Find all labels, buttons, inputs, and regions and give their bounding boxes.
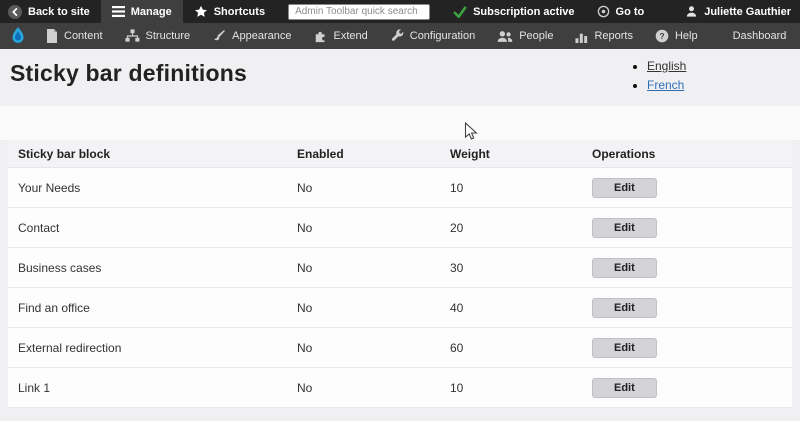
- goto-label: Go to: [615, 5, 645, 18]
- cell-block: Link 1: [18, 380, 51, 395]
- table-row: Find an office No 40 Edit: [8, 288, 792, 328]
- edit-button[interactable]: Edit: [592, 297, 657, 318]
- user-account-button[interactable]: Juliette Gauthier: [674, 5, 800, 18]
- language-switcher: English French: [633, 59, 686, 97]
- cell-weight: 30: [450, 260, 464, 275]
- table-row: Contact No 20 Edit: [8, 208, 792, 248]
- cell-enabled: No: [297, 300, 313, 315]
- goto-button[interactable]: Go to: [586, 0, 656, 23]
- edit-button[interactable]: Edit: [592, 257, 657, 278]
- language-link-english[interactable]: English: [647, 59, 686, 73]
- shortcuts-tab[interactable]: Shortcuts: [183, 0, 276, 23]
- table-row: Link 1 No 10 Edit: [8, 368, 792, 408]
- menu-item-dashboard[interactable]: Dashboard: [709, 23, 798, 49]
- menu-label-structure: Structure: [145, 30, 191, 42]
- admin-toolbar: Back to site Manage Shortcuts Subscripti…: [0, 0, 800, 23]
- col-header-block: Sticky bar block: [18, 146, 111, 161]
- star-icon: [194, 5, 208, 19]
- cell-enabled: No: [297, 260, 313, 275]
- cell-weight: 40: [450, 300, 464, 315]
- user-name: Juliette Gauthier: [704, 5, 791, 18]
- bar-chart-icon: [575, 30, 588, 43]
- menu-item-people[interactable]: People: [486, 23, 564, 49]
- menu-label-content: Content: [64, 30, 103, 42]
- table-row: Your Needs No 10 Edit: [8, 168, 792, 208]
- menu-item-reports[interactable]: Reports: [564, 23, 644, 49]
- cell-block: Find an office: [18, 300, 90, 315]
- manage-label: Manage: [130, 5, 172, 18]
- admin-search-input[interactable]: [288, 3, 431, 20]
- edit-button[interactable]: Edit: [592, 377, 657, 398]
- sticky-bar-table: Sticky bar block Enabled Weight Operatio…: [8, 140, 792, 408]
- target-icon: [597, 5, 610, 18]
- language-item-english: English: [647, 59, 686, 73]
- question-circle-icon: ?: [655, 29, 669, 43]
- sitemap-icon: [125, 29, 140, 43]
- cell-weight: 10: [450, 180, 464, 195]
- back-circle-icon: [8, 4, 22, 19]
- menu-label-help: Help: [674, 30, 698, 42]
- cell-enabled: No: [297, 180, 313, 195]
- page-title: Sticky bar definitions: [10, 60, 248, 86]
- edit-button[interactable]: Edit: [592, 337, 657, 358]
- cell-block: External redirection: [18, 340, 122, 355]
- menu-item-content[interactable]: Content: [35, 23, 114, 49]
- wrench-icon: [390, 29, 404, 43]
- cell-block: Business cases: [18, 260, 102, 275]
- cell-enabled: No: [297, 340, 313, 355]
- cell-block: Your Needs: [18, 180, 81, 195]
- cell-block: Contact: [18, 220, 60, 235]
- cell-weight: 10: [450, 380, 464, 395]
- edit-button[interactable]: Edit: [592, 177, 657, 198]
- back-to-site-label: Back to site: [28, 5, 90, 18]
- check-icon: [453, 5, 467, 18]
- manage-tab[interactable]: Manage: [100, 0, 183, 23]
- shortcuts-label: Shortcuts: [213, 5, 266, 18]
- drupal-logo[interactable]: [0, 26, 35, 46]
- table-row: External redirection No 60 Edit: [8, 328, 792, 368]
- table-row: Business cases No 30 Edit: [8, 248, 792, 288]
- menu-label-configuration: Configuration: [409, 30, 476, 42]
- puzzle-icon: [314, 29, 328, 43]
- edit-button[interactable]: Edit: [592, 217, 657, 238]
- svg-text:?: ?: [659, 31, 664, 41]
- menu-item-extend[interactable]: Extend: [303, 23, 379, 49]
- people-icon: [497, 30, 513, 43]
- col-header-weight: Weight: [450, 146, 490, 161]
- brush-icon: [212, 29, 226, 43]
- cell-enabled: No: [297, 220, 313, 235]
- col-header-operations: Operations: [592, 146, 656, 161]
- cell-enabled: No: [297, 380, 313, 395]
- user-icon: [685, 5, 698, 18]
- language-link-french[interactable]: French: [647, 78, 684, 92]
- menu-item-help[interactable]: ? Help: [644, 23, 709, 49]
- col-header-enabled: Enabled: [297, 146, 344, 161]
- cell-weight: 60: [450, 340, 464, 355]
- page-header: Sticky bar definitions English French: [0, 49, 800, 106]
- menu-item-appearance[interactable]: Appearance: [201, 23, 302, 49]
- menu-label-appearance: Appearance: [232, 30, 292, 42]
- subscription-label: Subscription active: [473, 5, 575, 18]
- admin-menu-tray: Content Structure Appearance Extend Conf…: [0, 23, 800, 49]
- menu-label-extend: Extend: [333, 30, 368, 42]
- menu-label-people: People: [519, 30, 554, 42]
- hamburger-icon: [111, 6, 125, 17]
- menu-label-dashboard: Dashboard: [732, 30, 787, 42]
- menu-label-reports: Reports: [594, 30, 633, 42]
- file-icon: [46, 29, 58, 43]
- language-item-french: French: [647, 78, 686, 92]
- subscription-status: Subscription active: [442, 0, 585, 23]
- back-to-site-button[interactable]: Back to site: [0, 0, 101, 23]
- table-header-row: Sticky bar block Enabled Weight Operatio…: [8, 140, 792, 168]
- cell-weight: 20: [450, 220, 464, 235]
- menu-item-configuration[interactable]: Configuration: [379, 23, 486, 49]
- menu-item-structure[interactable]: Structure: [114, 23, 202, 49]
- content-spacer: [0, 106, 800, 140]
